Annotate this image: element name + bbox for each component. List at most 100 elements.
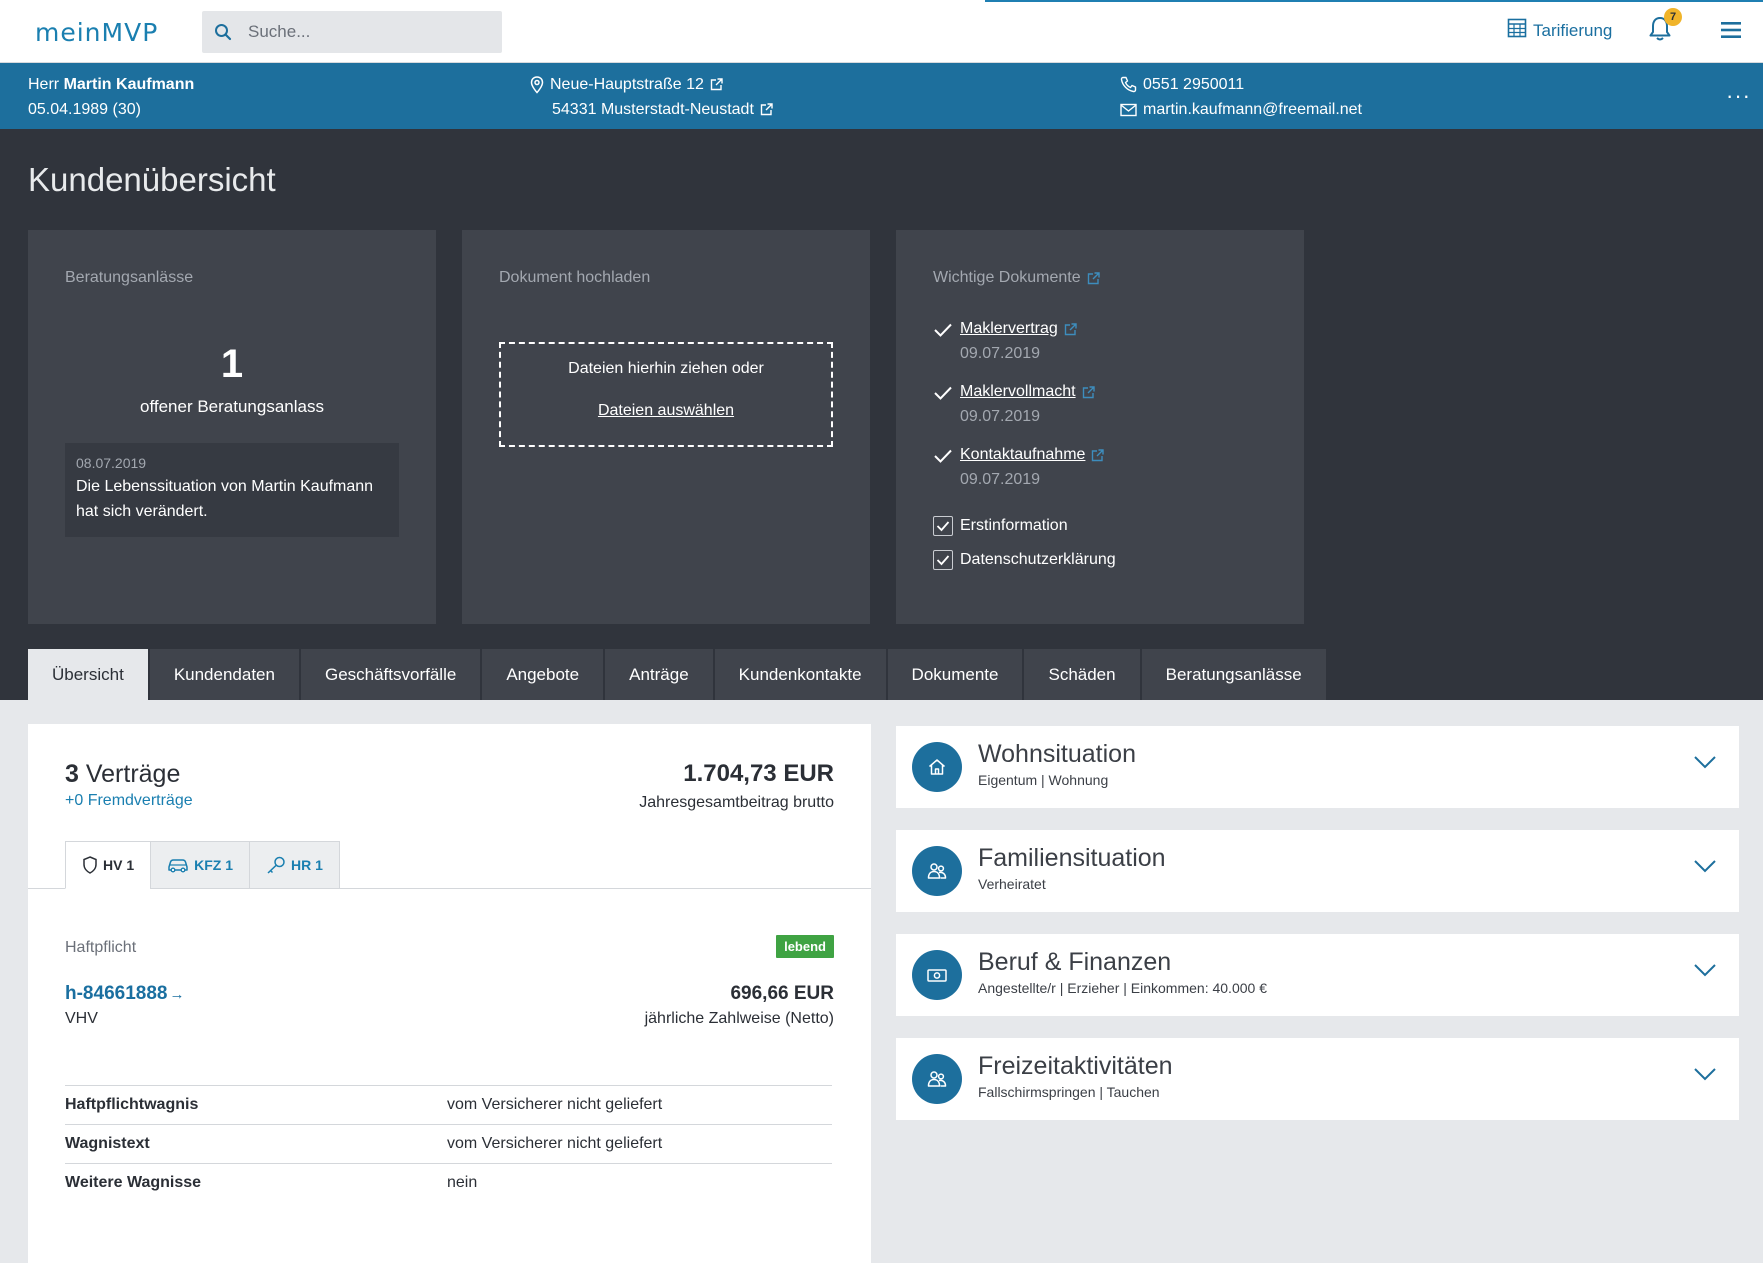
contract-tab-kfz[interactable]: KFZ 1 — [150, 841, 251, 889]
tab-geschaeftsvorfaelle[interactable]: Geschäftsvorfälle — [300, 649, 481, 700]
tab-uebersicht[interactable]: Übersicht — [28, 649, 148, 700]
external-link-icon[interactable] — [760, 103, 773, 116]
tab-beratungsanlaesse[interactable]: Beratungsanlässe — [1141, 649, 1326, 700]
detail-key: Wagnistext — [65, 1134, 150, 1152]
external-link-icon[interactable] — [1091, 448, 1105, 462]
notifications-button[interactable]: 7 — [1648, 8, 1682, 47]
chevron-down-icon[interactable] — [1693, 963, 1717, 982]
document-date: 09.07.2019 — [960, 345, 1041, 362]
detail-row: Wagnistext vom Versicherer nicht geliefe… — [65, 1124, 832, 1162]
chevron-down-icon[interactable] — [1693, 859, 1717, 878]
tab-kundendaten[interactable]: Kundendaten — [149, 649, 299, 700]
customer-birthdate: 05.04.1989 (30) — [28, 101, 141, 118]
external-link-icon[interactable] — [1082, 385, 1095, 399]
erstinformation-checkbox[interactable] — [933, 516, 953, 536]
card-title: Beratungsanlässe — [65, 269, 194, 286]
important-documents-card: Wichtige Dokumente Maklervertrag 09.07.2… — [896, 230, 1304, 624]
consultation-event[interactable]: 08.07.2019 Die Lebenssituation von Marti… — [65, 443, 399, 537]
address-street-link[interactable]: Neue-Hauptstraße 12 — [550, 72, 704, 97]
external-link-icon[interactable] — [1064, 322, 1077, 336]
key-icon — [266, 856, 286, 874]
tab-dokumente[interactable]: Dokumente — [887, 649, 1023, 700]
accordion-title: Freizeitaktivitäten — [978, 1052, 1173, 1080]
external-link-icon[interactable] — [710, 78, 723, 91]
document-label: Maklervollmacht — [960, 383, 1076, 400]
document-link-kontaktaufnahme[interactable]: Kontaktaufnahme — [960, 446, 1105, 464]
accordion-wohnsituation[interactable]: Wohnsituation Eigentum | Wohnung — [896, 726, 1739, 808]
annual-total: 1.704,73 EUR — [683, 760, 834, 787]
more-options-button[interactable]: ··· — [1726, 83, 1751, 109]
customer-tabs: Übersicht Kundendaten Geschäftsvorfälle … — [28, 649, 1328, 700]
accordion-subtitle: Fallschirmspringen | Tauchen — [978, 1084, 1160, 1100]
document-date: 09.07.2019 — [960, 471, 1041, 488]
menu-button[interactable] — [1720, 20, 1742, 45]
checkbox-row-erstinformation: Erstinformation — [933, 509, 1116, 543]
car-icon — [167, 857, 189, 873]
accordion-beruf-finanzen[interactable]: Beruf & Finanzen Angestellte/r | Erziehe… — [896, 934, 1739, 1016]
policy-number-link[interactable]: h-84661888 → — [65, 983, 184, 1005]
document-date: 09.07.2019 — [960, 408, 1041, 425]
customer-email[interactable]: martin.kaufmann@freemail.net — [1143, 97, 1362, 122]
contract-count: 3 Verträge — [65, 760, 180, 789]
customer-header: Herr Martin Kaufmann 05.04.1989 (30) Neu… — [0, 63, 1763, 129]
chevron-down-icon[interactable] — [1693, 1067, 1717, 1086]
contract-tab-label: KFZ 1 — [194, 857, 234, 873]
tab-angebote[interactable]: Angebote — [482, 649, 604, 700]
document-link-maklervertrag[interactable]: Maklervertrag — [960, 320, 1077, 338]
customer-phone[interactable]: 0551 2950011 — [1143, 72, 1244, 97]
tab-antraege[interactable]: Anträge — [605, 649, 713, 700]
consultation-card: Beratungsanlässe 1 offener Beratungsanla… — [28, 230, 436, 624]
phone-icon — [1120, 76, 1137, 93]
search-input[interactable] — [248, 22, 488, 42]
overview-section: Kundenübersicht Beratungsanlässe 1 offen… — [0, 129, 1763, 700]
accordion-subtitle: Angestellte/r | Erzieher | Einkommen: 40… — [978, 980, 1267, 996]
tarifierung-label: Tarifierung — [1533, 20, 1613, 40]
tarifierung-button[interactable]: Tarifierung — [1507, 18, 1612, 43]
contract-tab-hv[interactable]: HV 1 — [65, 841, 152, 889]
file-dropzone[interactable]: Dateien hierhin ziehen oder Dateien ausw… — [499, 342, 833, 447]
app-logo[interactable]: meinMVP — [35, 18, 158, 47]
accordion-title: Familiensituation — [978, 844, 1166, 872]
contract-tab-label: HR 1 — [291, 857, 323, 873]
detail-value: vom Versicherer nicht geliefert — [447, 1134, 663, 1152]
document-list: Maklervertrag 09.07.2019 Maklervollmacht… — [933, 320, 1116, 577]
contract-tab-hr[interactable]: HR 1 — [249, 841, 340, 889]
consultation-count-label: offener Beratungsanlass — [140, 397, 324, 416]
tab-schaeden[interactable]: Schäden — [1024, 649, 1140, 700]
upload-card: Dokument hochladen Dateien hierhin ziehe… — [462, 230, 870, 624]
datenschutz-checkbox[interactable] — [933, 550, 953, 570]
insurer-name: VHV — [65, 1010, 98, 1027]
contract-tab-label: HV 1 — [103, 857, 135, 873]
arrow-right-icon: → — [169, 985, 185, 1003]
consultation-count[interactable]: 1 — [28, 342, 436, 387]
checkmark-icon — [933, 385, 953, 406]
detail-row: Weitere Wagnisse nein — [65, 1163, 832, 1201]
annual-total-label: Jahresgesamtbeitrag brutto — [639, 794, 834, 811]
external-link-icon[interactable] — [1087, 271, 1100, 285]
address-city-link[interactable]: 54331 Musterstadt-Neustadt — [552, 97, 754, 122]
premium-amount: 696,66 EUR — [730, 983, 834, 1004]
document-link-maklervollmacht[interactable]: Maklervollmacht — [960, 383, 1095, 401]
document-label: Maklervertrag — [960, 320, 1058, 337]
dropzone-text: Dateien hierhin ziehen oder — [568, 360, 764, 377]
search-icon — [212, 21, 234, 43]
accordion-subtitle: Verheiratet — [978, 876, 1046, 892]
select-files-link[interactable]: Dateien auswählen — [598, 402, 734, 420]
accordion-familiensituation[interactable]: Familiensituation Verheiratet — [896, 830, 1739, 912]
contracts-panel: 3 Verträge +0 Fremdverträge 1.704,73 EUR… — [28, 724, 871, 1263]
top-bar: meinMVP Tarifierung 7 — [0, 0, 1763, 63]
accordion-title: Beruf & Finanzen — [978, 948, 1172, 976]
foreign-contracts-link[interactable]: +0 Fremdverträge — [65, 792, 193, 810]
customer-identity: Herr Martin Kaufmann 05.04.1989 (30) — [28, 72, 194, 122]
customer-contact: 0551 2950011 martin.kaufmann@freemail.ne… — [1120, 72, 1362, 122]
chevron-down-icon[interactable] — [1693, 755, 1717, 774]
checkbox-label: Erstinformation — [960, 517, 1068, 534]
accordion-freizeitaktivitaeten[interactable]: Freizeitaktivitäten Fallschirmspringen |… — [896, 1038, 1739, 1120]
activity-icon — [912, 1054, 962, 1104]
search-box[interactable] — [202, 11, 502, 53]
tab-kundenkontakte[interactable]: Kundenkontakte — [714, 649, 886, 700]
document-item: Maklervertrag 09.07.2019 — [933, 320, 1116, 383]
money-icon — [912, 950, 962, 1000]
detail-row: Haftpflichtwagnis vom Versicherer nicht … — [65, 1085, 832, 1123]
checkmark-icon — [933, 448, 953, 469]
